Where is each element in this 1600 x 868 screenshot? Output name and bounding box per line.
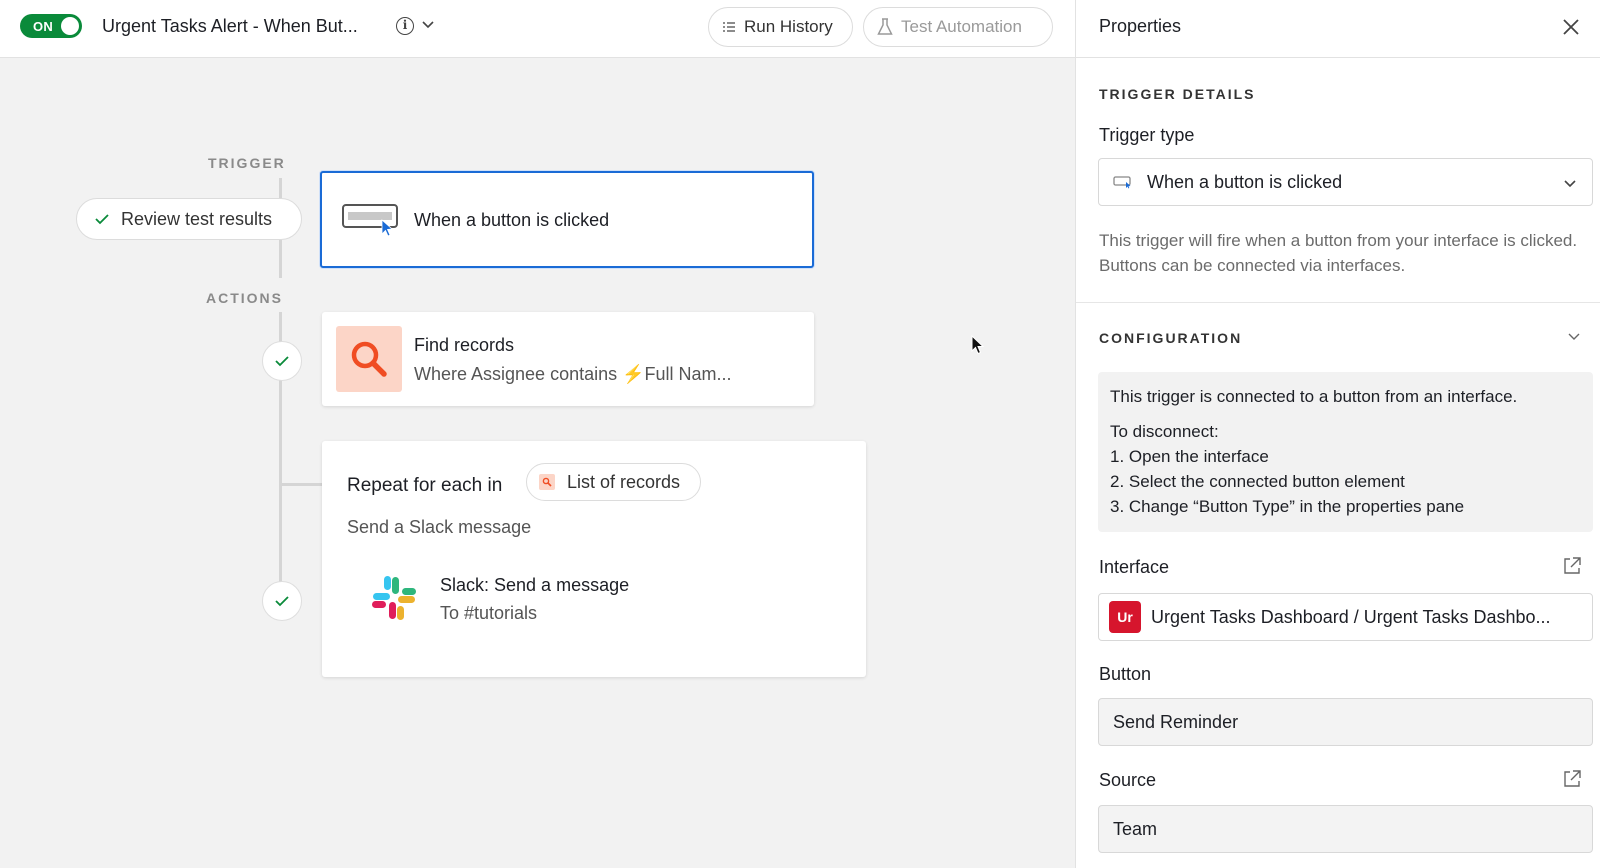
- external-link-icon[interactable]: [1562, 556, 1582, 576]
- trigger-card[interactable]: When a button is clicked: [320, 171, 814, 268]
- chevron-down-icon[interactable]: [1566, 328, 1582, 344]
- test-automation-label: Test Automation: [901, 17, 1022, 36]
- interface-badge: Ur: [1109, 601, 1141, 633]
- button-click-icon: [1113, 176, 1131, 189]
- close-icon[interactable]: [1560, 16, 1582, 38]
- config-step: 2. Select the connected button element: [1110, 472, 1405, 491]
- interface-label: Interface: [1099, 557, 1170, 577]
- chevron-down-icon[interactable]: [420, 16, 436, 32]
- panel-title: Properties: [1099, 16, 1182, 36]
- slack-action-title: Slack: Send a message: [440, 575, 630, 595]
- toggle-label: ON: [33, 18, 54, 34]
- trigger-type-select[interactable]: When a button is clicked: [1098, 158, 1593, 206]
- run-history-label: Run History: [744, 17, 833, 36]
- flow-connector: [279, 483, 322, 486]
- section-divider: [1076, 302, 1600, 303]
- mouse-cursor-icon: [971, 335, 985, 355]
- config-step: 1. Open the interface: [1110, 447, 1269, 466]
- source-label: Source: [1099, 770, 1157, 790]
- automation-on-toggle[interactable]: ON: [20, 14, 82, 38]
- list-icon: [723, 22, 735, 32]
- config-step: 3. Change “Button Type” in the propertie…: [1110, 497, 1465, 516]
- find-records-title: Find records: [414, 335, 515, 355]
- search-icon: [336, 326, 402, 392]
- source-value: Team: [1113, 818, 1158, 839]
- config-intro: This trigger is connected to a button fr…: [1110, 387, 1518, 406]
- list-of-records-token[interactable]: List of records: [526, 463, 701, 501]
- info-icon[interactable]: i: [396, 17, 414, 35]
- properties-panel: Properties TRIGGER DETAILS Trigger type …: [1075, 0, 1600, 868]
- check-icon: [95, 214, 109, 225]
- properties-header: Properties: [1076, 0, 1600, 58]
- configuration-heading: CONFIGURATION: [1099, 330, 1243, 346]
- run-history-button[interactable]: Run History: [708, 7, 853, 47]
- repeat-title: Repeat for each in: [347, 475, 503, 496]
- trigger-description: This trigger will fire when a button fro…: [1099, 231, 1578, 275]
- chevron-down-icon: [1564, 180, 1576, 188]
- interface-field[interactable]: Ur Urgent Tasks Dashboard / Urgent Tasks…: [1098, 593, 1593, 641]
- trigger-card-title: When a button is clicked: [414, 210, 610, 230]
- find-records-condition: Where Assignee contains ⚡Full Nam...: [414, 364, 732, 384]
- trigger-section-label: TRIGGER: [208, 155, 286, 171]
- button-label: Button: [1099, 664, 1152, 684]
- test-automation-button[interactable]: Test Automation: [863, 7, 1053, 47]
- review-test-results-label: Review test results: [121, 208, 273, 229]
- automation-title[interactable]: Urgent Tasks Alert - When But...: [102, 16, 358, 37]
- trigger-type-label: Trigger type: [1099, 125, 1195, 145]
- button-click-icon: [342, 204, 398, 237]
- trigger-type-value: When a button is clicked: [1147, 171, 1343, 192]
- repeat-group-card[interactable]: Repeat for each in List of records Send …: [322, 441, 866, 677]
- external-link-icon[interactable]: [1562, 769, 1582, 789]
- config-disconnect-heading: To disconnect:: [1110, 422, 1219, 441]
- repeat-subtitle: Send a Slack message: [347, 517, 532, 537]
- configuration-info-box: This trigger is connected to a button fr…: [1098, 372, 1593, 532]
- list-of-records-label: List of records: [567, 471, 681, 492]
- search-icon: [539, 474, 555, 490]
- find-records-card[interactable]: Find records Where Assignee contains ⚡Fu…: [322, 312, 814, 406]
- trigger-details-heading: TRIGGER DETAILS: [1099, 86, 1256, 102]
- interface-value: Urgent Tasks Dashboard / Urgent Tasks Da…: [1151, 606, 1551, 627]
- button-value: Send Reminder: [1113, 711, 1239, 732]
- step-status-check: [262, 581, 302, 621]
- slack-action-channel: To #tutorials: [440, 603, 538, 623]
- config-steps: 1. Open the interface 2. Select the conn…: [1110, 444, 1581, 519]
- flow-connector: [279, 240, 282, 278]
- automation-header: ON Urgent Tasks Alert - When But... i Ru…: [0, 0, 1075, 58]
- check-icon: [275, 596, 289, 607]
- button-field[interactable]: Send Reminder: [1098, 698, 1593, 746]
- toggle-knob: [61, 17, 79, 35]
- slack-icon: [372, 576, 416, 620]
- actions-section-label: ACTIONS: [206, 290, 283, 306]
- flask-icon: [877, 18, 893, 35]
- review-test-results-button[interactable]: Review test results: [76, 198, 302, 240]
- source-field[interactable]: Team: [1098, 805, 1593, 853]
- step-status-check: [262, 341, 302, 381]
- flow-connector: [279, 178, 282, 198]
- check-icon: [275, 356, 289, 367]
